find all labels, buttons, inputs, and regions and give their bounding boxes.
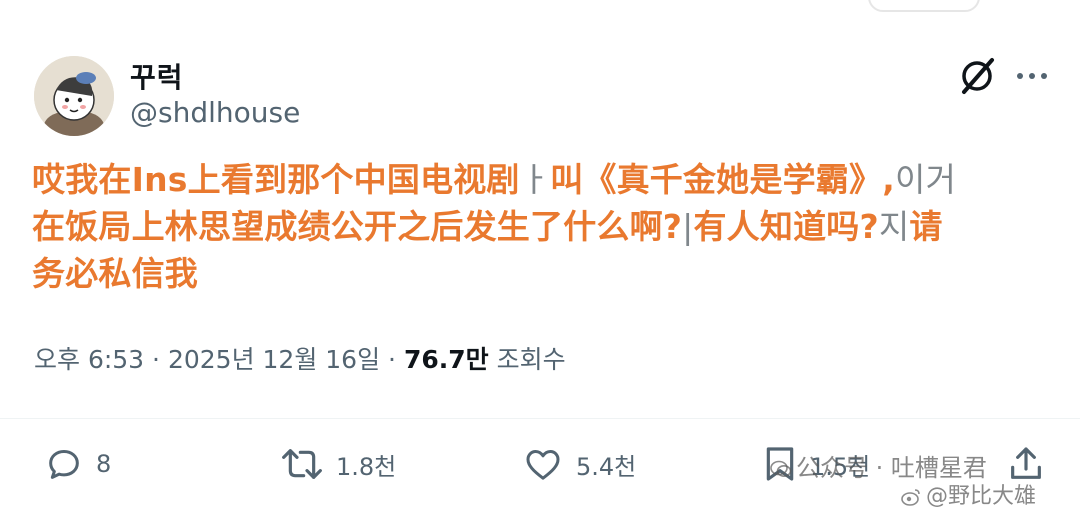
tweet-ghost-text: 지 [878, 207, 910, 246]
tweet-text: 哎我在Ins上看到那个中国电视剧ㅏ叫《真千金她是学霸》,이거 在饭局上林思望成绩… [32, 156, 1062, 297]
tweet-text-segment: 叫《真千金她是学霸》 [550, 160, 883, 199]
divider [0, 418, 1080, 419]
meta-separator: · [388, 345, 396, 374]
retweet-button[interactable]: 1.8천 [280, 442, 396, 486]
reply-icon [49, 450, 79, 479]
tweet-text-segment: 请 [909, 207, 943, 246]
views-label: 조회수 [496, 345, 566, 374]
tweet-ghost-text: | [682, 207, 694, 246]
heart-icon [526, 450, 560, 480]
tweet-text-segment: 哎我在Ins上看到那个中国电视剧 [32, 160, 520, 199]
tweet-time[interactable]: 오후 6:53 [34, 345, 144, 374]
grok-icon[interactable] [956, 56, 1000, 96]
tweet-line-2: 在饭局上林思望成绩公开之后发生了什么啊?|有人知道吗?지请 [32, 203, 1062, 250]
retweet-icon [282, 449, 322, 479]
weibo-icon [901, 489, 920, 506]
retweet-count: 1.8천 [336, 452, 397, 481]
weibo-watermark: @野比大雄 [900, 478, 1036, 510]
cartoon-avatar-icon [34, 56, 114, 136]
top-pill [868, 0, 980, 12]
tweet-line-1: 哎我在Ins上看到那个中国电视剧ㅏ叫《真千金她是学霸》,이거 [32, 156, 1062, 203]
tweet-date[interactable]: 2025년 12월 16일 [168, 345, 380, 374]
weibo-watermark-text: @野比大雄 [926, 484, 1037, 509]
tweet-text-segment: , [882, 160, 895, 199]
display-name[interactable]: 꾸럭 [130, 56, 184, 96]
reply-count: 8 [96, 450, 112, 478]
tweet-text-segment: 在饭局上林思望成绩公开之后发生了什么啊? [32, 207, 683, 246]
like-button[interactable]: 5.4천 [522, 442, 636, 486]
wechat-icon [770, 460, 792, 477]
tweet-card: 꾸럭 @shdlhouse 哎我在Ins上看到那个中国电视剧ㅏ叫《真千金她是学霸… [0, 0, 1080, 512]
tweet-text-segment: 务必私信我 [32, 254, 198, 293]
like-count: 5.4천 [576, 452, 637, 481]
more-icon[interactable] [1012, 66, 1052, 86]
avatar[interactable] [34, 56, 114, 136]
meta-separator: · [152, 345, 160, 374]
tweet-meta: 오후 6:53 · 2025년 12월 16일 · 76.7만 조회수 [34, 340, 566, 376]
tweet-ghost-text: ㅏ [519, 160, 551, 199]
views-count: 76.7만 [403, 345, 489, 374]
user-handle[interactable]: @shdlhouse [130, 96, 300, 129]
tweet-ghost-text: 이거 [894, 160, 957, 199]
tweet-line-3: 务必私信我 [32, 250, 1062, 297]
reply-button[interactable]: 8 [44, 442, 111, 486]
tweet-text-segment: 有人知道吗? [693, 207, 879, 246]
